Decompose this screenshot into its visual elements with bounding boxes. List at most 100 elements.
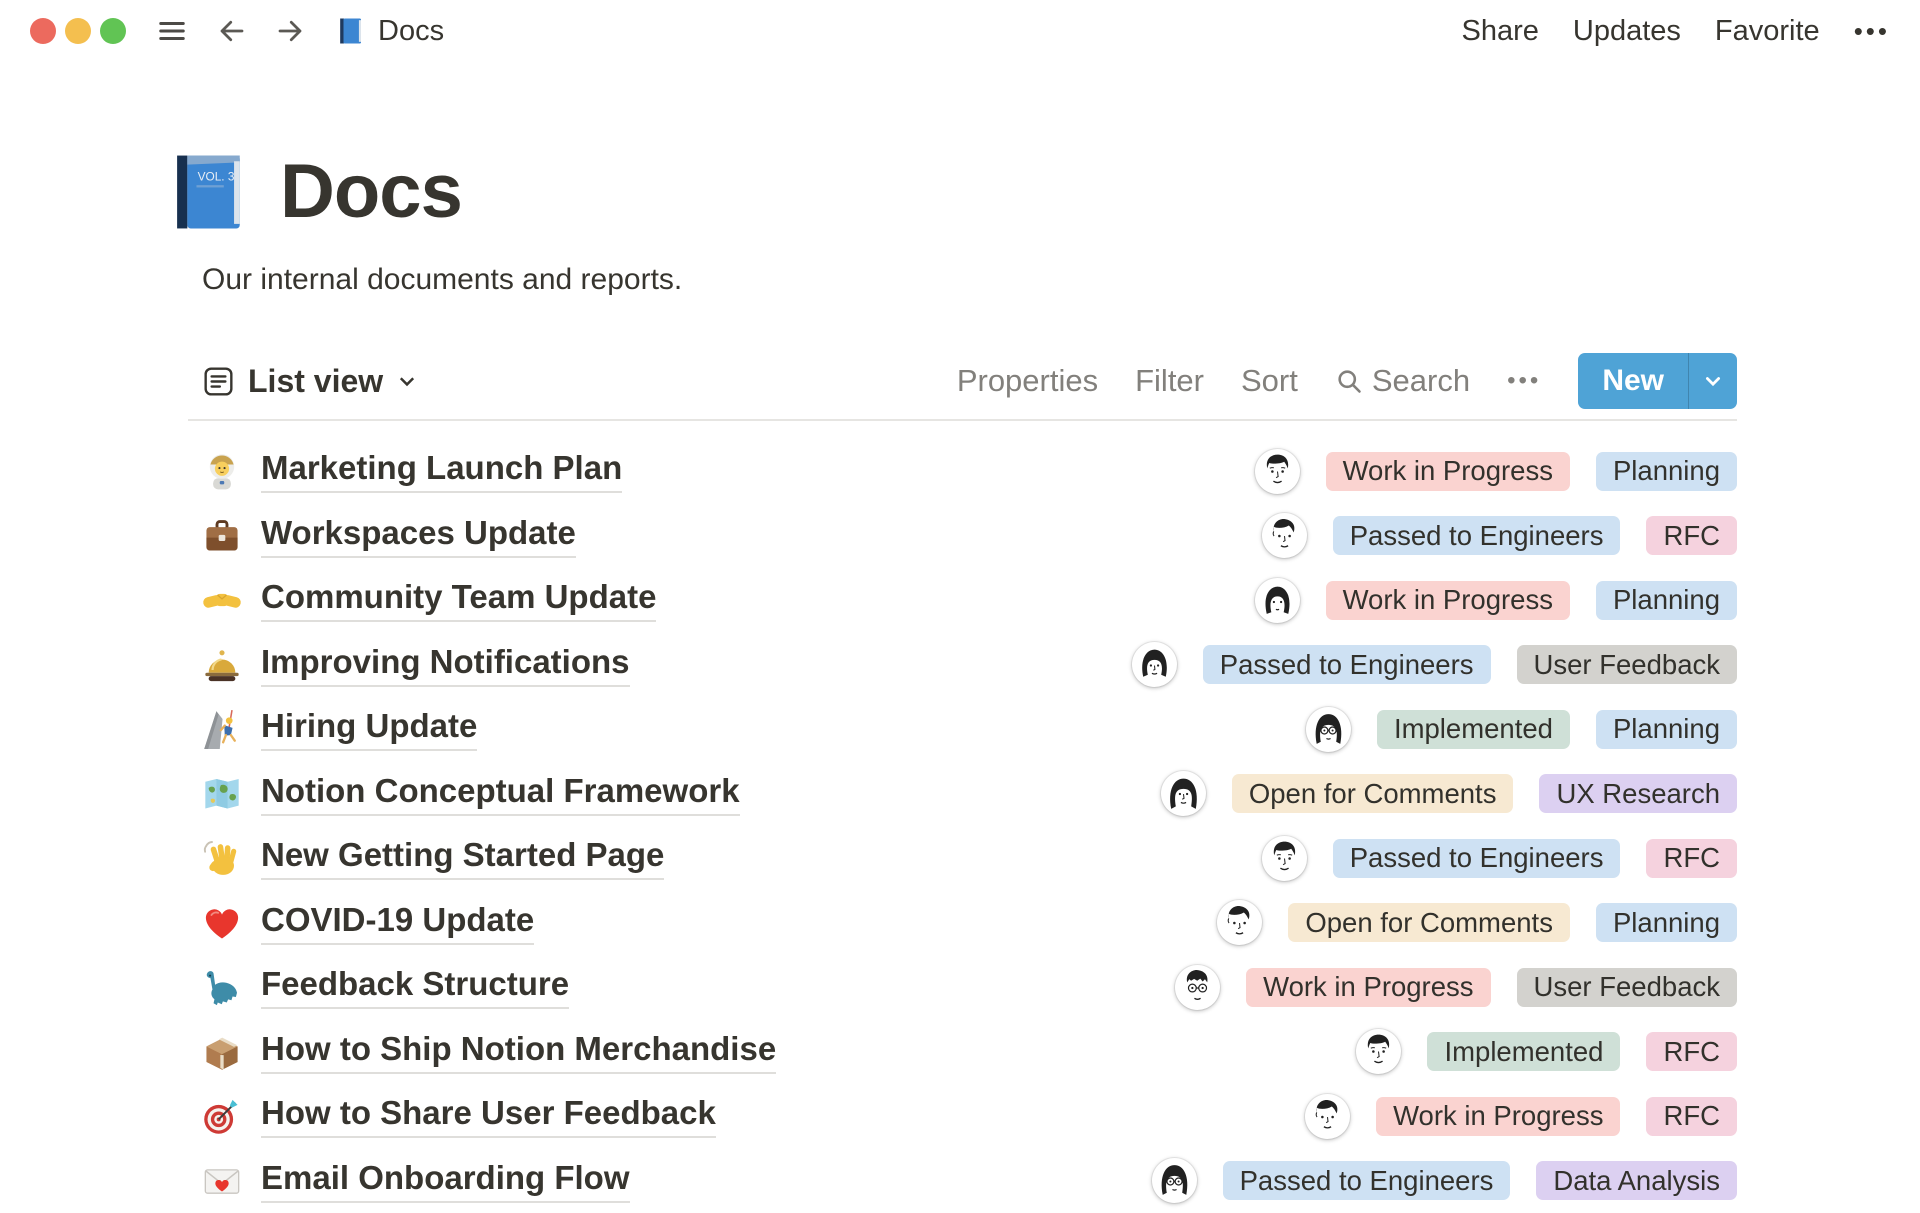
updates-button[interactable]: Updates <box>1573 15 1681 48</box>
status-badge[interactable]: Passed to Engineers <box>1203 645 1491 684</box>
avatar-man-glasses[interactable] <box>1175 965 1220 1010</box>
doc-row[interactable]: Workspaces Update Passed to Engineers RF… <box>190 504 1737 569</box>
doc-row[interactable]: How to Ship Notion Merchandise Implement… <box>190 1020 1737 1085</box>
astronaut-icon <box>202 451 242 491</box>
briefcase-icon <box>202 516 242 556</box>
avatar-woman-headphones[interactable] <box>1255 578 1300 623</box>
doc-title[interactable]: Improving Notifications <box>261 643 630 687</box>
blue-book-icon[interactable]: VOL. 3 <box>168 151 250 233</box>
doc-row[interactable]: Notion Conceptual Framework Open for Com… <box>190 762 1737 827</box>
close-window-button[interactable] <box>30 18 56 44</box>
avatar-man-wavy-hair[interactable] <box>1305 1094 1350 1139</box>
doc-title[interactable]: Feedback Structure <box>261 965 569 1009</box>
sort-button[interactable]: Sort <box>1241 363 1298 399</box>
category-badge[interactable]: Data Analysis <box>1536 1161 1737 1200</box>
doc-row[interactable]: Marketing Launch Plan Work in Progress P… <box>190 439 1737 504</box>
direct-hit-icon <box>202 1096 242 1136</box>
doc-row[interactable]: Hiring Update Implemented Planning <box>190 697 1737 762</box>
status-badge[interactable]: Work in Progress <box>1376 1097 1620 1136</box>
doc-title[interactable]: Workspaces Update <box>261 514 576 558</box>
share-button[interactable]: Share <box>1462 15 1539 48</box>
avatar-man-wavy-hair[interactable] <box>1262 513 1307 558</box>
status-badge[interactable]: Work in Progress <box>1326 452 1570 491</box>
view-options-icon[interactable]: ••• <box>1507 367 1541 395</box>
love-letter-icon <box>202 1161 242 1201</box>
category-badge[interactable]: Planning <box>1596 581 1737 620</box>
doc-title[interactable]: How to Share User Feedback <box>261 1094 716 1138</box>
category-badge[interactable]: Planning <box>1596 710 1737 749</box>
category-badge[interactable]: Planning <box>1596 452 1737 491</box>
doc-title[interactable]: Hiring Update <box>261 707 477 751</box>
forward-arrow-icon[interactable] <box>274 15 306 47</box>
person-climbing-icon <box>202 709 242 749</box>
avatar-man-short-hair[interactable] <box>1356 1029 1401 1074</box>
status-badge[interactable]: Passed to Engineers <box>1333 839 1621 878</box>
status-badge[interactable]: Implemented <box>1427 1032 1620 1071</box>
sauropod-icon <box>202 967 242 1007</box>
doc-title[interactable]: Notion Conceptual Framework <box>261 772 740 816</box>
page-subtitle: Our internal documents and reports. <box>190 263 1737 297</box>
avatar-woman-long-hair[interactable] <box>1161 771 1206 816</box>
status-badge[interactable]: Work in Progress <box>1326 581 1570 620</box>
category-badge[interactable]: RFC <box>1646 839 1737 878</box>
zoom-window-button[interactable] <box>100 18 126 44</box>
page-content: VOL. 3 Docs Our internal documents and r… <box>190 62 1737 1213</box>
doc-row[interactable]: New Getting Started Page Passed to Engin… <box>190 826 1737 891</box>
category-badge[interactable]: Planning <box>1596 903 1737 942</box>
doc-title[interactable]: COVID-19 Update <box>261 901 534 945</box>
view-toolbar: List view Properties Filter Sort Search … <box>190 353 1737 409</box>
avatar-woman-glasses[interactable] <box>1306 707 1351 752</box>
world-map-icon <box>202 774 242 814</box>
doc-row[interactable]: How to Share User Feedback Work in Progr… <box>190 1084 1737 1149</box>
doc-title[interactable]: New Getting Started Page <box>261 836 664 880</box>
avatar-man-short-hair[interactable] <box>1262 836 1307 881</box>
new-button-dropdown[interactable] <box>1688 353 1737 409</box>
category-badge[interactable]: UX Research <box>1539 774 1737 813</box>
doc-row[interactable]: Feedback Structure Work in Progress User… <box>190 955 1737 1020</box>
doc-title[interactable]: Marketing Launch Plan <box>261 449 622 493</box>
list-view-switcher[interactable]: List view <box>202 363 418 400</box>
avatar-man-wavy-hair[interactable] <box>1217 900 1262 945</box>
back-arrow-icon[interactable] <box>216 15 248 47</box>
doc-title[interactable]: How to Ship Notion Merchandise <box>261 1030 776 1074</box>
more-options-icon[interactable]: ••• <box>1854 16 1890 47</box>
category-badge[interactable]: RFC <box>1646 516 1737 555</box>
status-badge[interactable]: Implemented <box>1377 710 1570 749</box>
handshake-icon <box>202 580 242 620</box>
avatar-man-short-hair[interactable] <box>1255 449 1300 494</box>
status-badge[interactable]: Open for Comments <box>1232 774 1514 813</box>
sidebar-menu-icon[interactable] <box>156 15 188 47</box>
filter-button[interactable]: Filter <box>1135 363 1204 399</box>
status-badge[interactable]: Work in Progress <box>1246 968 1490 1007</box>
page-title: Docs <box>280 148 462 235</box>
waving-hand-icon <box>202 838 242 878</box>
category-badge[interactable]: User Feedback <box>1517 968 1737 1007</box>
doc-row[interactable]: Improving Notifications Passed to Engine… <box>190 633 1737 698</box>
window-titlebar: Docs Share Updates Favorite ••• <box>0 0 1920 62</box>
red-heart-icon <box>202 903 242 943</box>
doc-title[interactable]: Email Onboarding Flow <box>261 1159 630 1203</box>
chevron-down-icon <box>396 370 418 392</box>
category-badge[interactable]: User Feedback <box>1517 645 1737 684</box>
status-badge[interactable]: Open for Comments <box>1288 903 1570 942</box>
avatar-woman-glasses[interactable] <box>1152 1158 1197 1203</box>
doc-list: Marketing Launch Plan Work in Progress P… <box>190 439 1737 1213</box>
category-badge[interactable]: RFC <box>1646 1097 1737 1136</box>
new-button[interactable]: New <box>1578 353 1688 409</box>
breadcrumb-page-title[interactable]: Docs <box>378 15 444 48</box>
properties-button[interactable]: Properties <box>957 363 1098 399</box>
category-badge[interactable]: RFC <box>1646 1032 1737 1071</box>
view-label: List view <box>248 363 383 400</box>
doc-title[interactable]: Community Team Update <box>261 578 656 622</box>
doc-row[interactable]: Email Onboarding Flow Passed to Engineer… <box>190 1149 1737 1213</box>
avatar-woman-bob[interactable] <box>1132 642 1177 687</box>
status-badge[interactable]: Passed to Engineers <box>1223 1161 1511 1200</box>
doc-row[interactable]: Community Team Update Work in Progress P… <box>190 568 1737 633</box>
minimize-window-button[interactable] <box>65 18 91 44</box>
search-icon <box>1335 367 1363 395</box>
status-badge[interactable]: Passed to Engineers <box>1333 516 1621 555</box>
page-header: VOL. 3 Docs <box>190 148 1737 235</box>
favorite-button[interactable]: Favorite <box>1715 15 1820 48</box>
doc-row[interactable]: COVID-19 Update Open for Comments Planni… <box>190 891 1737 956</box>
search-button[interactable]: Search <box>1335 363 1470 399</box>
